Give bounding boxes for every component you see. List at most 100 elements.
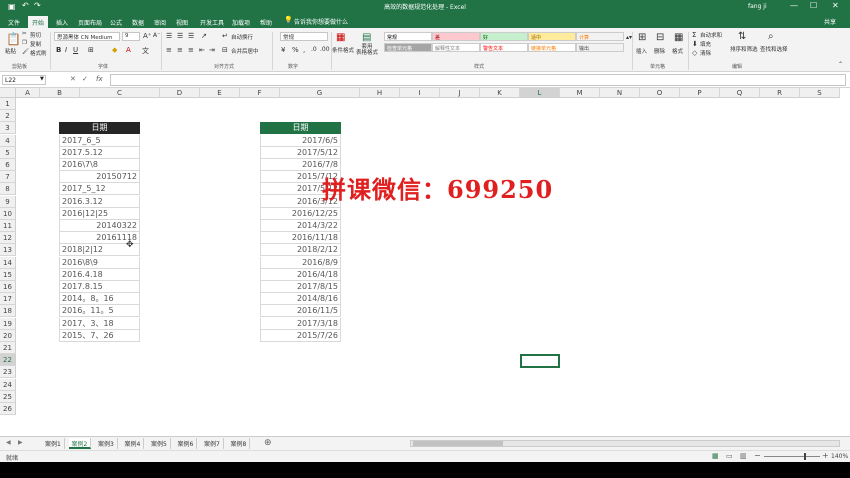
fill-icon[interactable]: ⬇	[692, 40, 698, 48]
left-table-cell[interactable]: 20140322	[59, 220, 140, 232]
row-header-20[interactable]: 20	[0, 329, 16, 342]
merge-center-button[interactable]: 合并后居中	[231, 47, 259, 55]
cut-icon[interactable]: ✂	[22, 31, 27, 37]
insert-cells-icon[interactable]: ⊞	[638, 32, 646, 43]
sheet-tab-7[interactable]: 案例7	[201, 438, 224, 449]
border-icon[interactable]: ⊞	[88, 46, 94, 54]
column-header-f[interactable]: F	[240, 88, 280, 98]
bold-icon[interactable]: B	[56, 46, 61, 54]
paste-icon[interactable]: 📋	[6, 32, 21, 46]
row-header-10[interactable]: 10	[0, 207, 16, 220]
row-header-18[interactable]: 18	[0, 305, 16, 318]
scrollbar-thumb[interactable]	[413, 441, 503, 446]
collapse-ribbon-icon[interactable]: ⌃	[838, 61, 843, 68]
right-table-cell[interactable]: 2016/4/18	[260, 268, 341, 281]
select-all-corner[interactable]	[0, 88, 16, 98]
sheet-tab-8[interactable]: 案例8	[228, 438, 251, 449]
format-as-table-button[interactable]: 套用 表格格式	[356, 44, 378, 56]
column-header-c[interactable]: C	[80, 88, 160, 98]
right-table-cell[interactable]: 2016/8/9	[260, 256, 341, 269]
column-header-h[interactable]: H	[360, 88, 400, 98]
sheet-tab-2[interactable]: 案例2	[68, 438, 92, 449]
format-cells-icon[interactable]: ▦	[674, 32, 683, 43]
row-header-25[interactable]: 25	[0, 390, 16, 403]
tab-review[interactable]: 审阅	[150, 16, 170, 28]
column-header-e[interactable]: E	[200, 88, 240, 98]
column-header-j[interactable]: J	[440, 88, 480, 98]
column-header-d[interactable]: D	[160, 88, 200, 98]
orientation-icon[interactable]: ↗	[201, 32, 207, 40]
clear-icon[interactable]: ◇	[692, 49, 697, 57]
tab-page-layout[interactable]: 页面布局	[74, 16, 106, 28]
column-header-o[interactable]: O	[640, 88, 680, 98]
column-header-p[interactable]: P	[680, 88, 720, 98]
left-table-cell[interactable]: 2014。8。16	[59, 293, 140, 306]
left-table-cell[interactable]: 2017_5_12	[59, 183, 140, 196]
left-table-cell[interactable]: 2017.5.12	[59, 146, 140, 159]
align-bottom-icon[interactable]: ☰	[188, 32, 194, 40]
sort-filter-button[interactable]: 排序和筛选	[730, 45, 758, 53]
row-header-14[interactable]: 14	[0, 256, 16, 269]
tab-developer[interactable]: 开发工具	[196, 16, 228, 28]
left-table-cell[interactable]: 2016\8\9	[59, 256, 140, 269]
tab-formulas[interactable]: 公式	[106, 16, 126, 28]
row-header-23[interactable]: 23	[0, 366, 16, 379]
zoom-out-icon[interactable]: −	[754, 451, 761, 460]
left-table-cell[interactable]: 2016.4.18	[59, 268, 140, 281]
style-normal[interactable]: 常规	[384, 32, 432, 41]
right-table-cell[interactable]: 2015/7/26	[260, 329, 341, 342]
minimize-button[interactable]: —	[790, 1, 798, 10]
right-table-cell[interactable]: 2014/3/22	[260, 220, 341, 232]
wrap-text-button[interactable]: 自动换行	[231, 33, 253, 41]
row-header-7[interactable]: 7	[0, 171, 16, 184]
add-sheet-icon[interactable]: ⊕	[264, 438, 272, 448]
find-select-icon[interactable]: ⌕	[768, 31, 774, 42]
sort-filter-icon[interactable]: ⇅	[738, 31, 746, 42]
row-header-5[interactable]: 5	[0, 146, 16, 159]
page-layout-view-icon[interactable]: ▭	[726, 452, 733, 460]
format-painter-button[interactable]: 格式刷	[30, 49, 47, 57]
column-header-q[interactable]: Q	[720, 88, 760, 98]
row-header-22[interactable]: 22	[0, 354, 16, 367]
tab-view[interactable]: 视图	[172, 16, 192, 28]
share-button[interactable]: 共享	[824, 17, 836, 26]
fx-icon[interactable]: fx	[96, 75, 103, 83]
style-good[interactable]: 好	[480, 32, 528, 41]
tab-file[interactable]: 文件	[4, 16, 24, 28]
wrap-text-icon[interactable]: ↵	[222, 32, 228, 40]
autosum-button[interactable]: 自动求和	[700, 31, 722, 39]
delete-cells-button[interactable]: 删除	[654, 47, 665, 55]
row-header-13[interactable]: 13	[0, 244, 16, 257]
row-header-1[interactable]: 1	[0, 98, 16, 110]
cut-button[interactable]: 剪切	[30, 31, 41, 39]
increase-font-icon[interactable]: A⁺	[143, 32, 151, 40]
right-table-cell[interactable]: 2017/8/15	[260, 281, 341, 293]
left-table-cell[interactable]: 2017.8.15	[59, 281, 140, 293]
align-middle-icon[interactable]: ☰	[177, 32, 183, 40]
format-cells-button[interactable]: 格式	[672, 47, 683, 55]
horizontal-scrollbar[interactable]	[410, 440, 840, 447]
row-header-15[interactable]: 15	[0, 268, 16, 281]
zoom-level[interactable]: 140%	[831, 453, 848, 460]
maximize-button[interactable]: ☐	[810, 1, 817, 10]
sheet-tab-1[interactable]: 案例1	[42, 438, 65, 449]
right-table-cell[interactable]: 2016/11/5	[260, 305, 341, 318]
conditional-format-icon[interactable]: ▦	[336, 32, 345, 43]
sheet-next-icon[interactable]: ▶	[18, 439, 23, 446]
format-as-table-icon[interactable]: ▤	[362, 32, 371, 43]
left-table-cell[interactable]: 2016.3.12	[59, 195, 140, 208]
row-header-24[interactable]: 24	[0, 378, 16, 391]
italic-icon[interactable]: I	[65, 46, 67, 54]
font-color-icon[interactable]: A	[126, 46, 131, 54]
column-header-l[interactable]: L	[520, 88, 560, 98]
underline-icon[interactable]: U	[73, 46, 78, 54]
style-output[interactable]: 输出	[576, 43, 624, 52]
column-header-b[interactable]: B	[40, 88, 80, 98]
decrease-indent-icon[interactable]: ⇤	[199, 46, 205, 54]
close-button[interactable]: ✕	[832, 1, 839, 10]
left-table-cell[interactable]: 2017、3、18	[59, 317, 140, 330]
row-header-11[interactable]: 11	[0, 220, 16, 232]
increase-decimal-icon[interactable]: .0	[311, 46, 317, 53]
autosum-icon[interactable]: Σ	[692, 31, 696, 39]
column-header-i[interactable]: I	[400, 88, 440, 98]
